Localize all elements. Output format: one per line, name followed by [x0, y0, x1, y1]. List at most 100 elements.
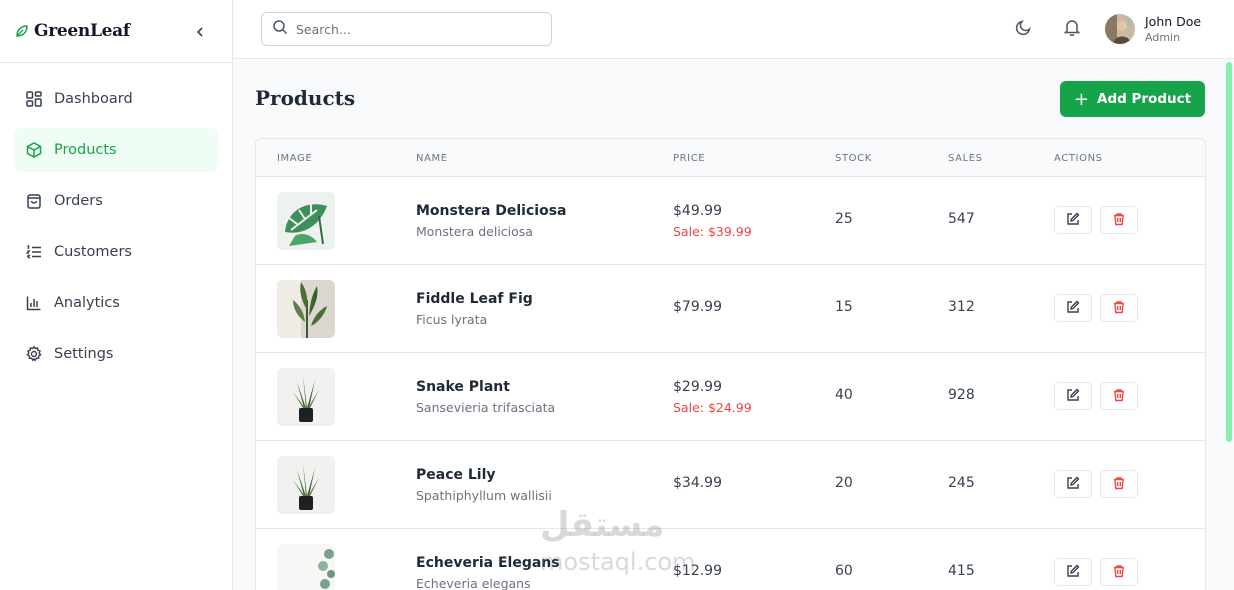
- sidebar-item-settings[interactable]: Settings: [14, 332, 218, 376]
- product-image: [277, 280, 335, 338]
- user-name: John Doe: [1145, 14, 1202, 29]
- search-input[interactable]: [296, 21, 536, 37]
- column-header-price: PRICE: [673, 153, 706, 164]
- column-header-image: IMAGE: [277, 153, 313, 164]
- add-product-button[interactable]: + Add Product: [1060, 81, 1205, 117]
- bell-icon: [1063, 18, 1081, 40]
- notifications-button[interactable]: [1061, 18, 1083, 40]
- product-stock: 25: [835, 211, 853, 227]
- brand-name: GreenLeaf: [34, 21, 130, 41]
- search-box[interactable]: [261, 12, 552, 46]
- column-header-sales: SALES: [948, 153, 983, 164]
- scrollbar[interactable]: [1226, 62, 1232, 442]
- edit-icon: [1066, 563, 1080, 582]
- gear-icon: [24, 344, 44, 364]
- product-latin-name: Echeveria elegans: [416, 576, 531, 590]
- chevron-left-icon: [194, 23, 206, 42]
- moon-icon: [1015, 18, 1033, 40]
- table-row[interactable]: Peace Lily Spathiphyllum wallisii $34.99…: [256, 441, 1205, 529]
- table-row[interactable]: Echeveria Elegans Echeveria elegans $12.…: [256, 529, 1205, 590]
- product-sales: 415: [948, 563, 975, 579]
- product-stock: 20: [835, 475, 853, 491]
- bar-chart-icon: [24, 293, 44, 313]
- trash-icon: [1112, 563, 1126, 582]
- product-sales: 312: [948, 299, 975, 315]
- table-row[interactable]: Monstera Deliciosa Monstera deliciosa $4…: [256, 177, 1205, 265]
- sidebar-nav: Dashboard Products Orders Customers Anal…: [0, 63, 232, 376]
- delete-button[interactable]: [1100, 294, 1138, 322]
- delete-button[interactable]: [1100, 470, 1138, 498]
- trash-icon: [1112, 211, 1126, 230]
- product-latin-name: Monstera deliciosa: [416, 224, 533, 239]
- avatar[interactable]: [1105, 14, 1135, 44]
- product-price: $29.99: [673, 379, 722, 395]
- delete-button[interactable]: [1100, 558, 1138, 586]
- leaf-icon: [14, 23, 30, 39]
- add-product-label: Add Product: [1097, 91, 1192, 107]
- sidebar-item-label: Products: [54, 142, 117, 158]
- box-icon: [24, 140, 44, 160]
- product-sales: 928: [948, 387, 975, 403]
- edit-button[interactable]: [1054, 382, 1092, 410]
- sidebar: GreenLeaf Dashboard Products Orders Cust…: [0, 0, 233, 590]
- product-price: $79.99: [673, 299, 722, 315]
- product-image: [277, 368, 335, 426]
- plus-icon: +: [1073, 88, 1090, 110]
- product-price: $12.99: [673, 563, 722, 579]
- sidebar-item-products[interactable]: Products: [14, 128, 218, 172]
- column-header-actions: ACTIONS: [1054, 153, 1103, 164]
- product-image: [277, 456, 335, 514]
- collapse-sidebar-button[interactable]: [190, 22, 210, 42]
- product-latin-name: Ficus lyrata: [416, 312, 488, 327]
- product-name: Echeveria Elegans: [416, 555, 560, 571]
- product-latin-name: Sansevieria trifasciata: [416, 400, 556, 415]
- product-name: Peace Lily: [416, 467, 496, 483]
- product-name: Monstera Deliciosa: [416, 203, 567, 219]
- product-sale-price: Sale: $39.99: [673, 224, 752, 239]
- product-image: [277, 544, 335, 590]
- page-title: Products: [255, 86, 356, 110]
- product-sales: 245: [948, 475, 975, 491]
- product-price: $34.99: [673, 475, 722, 491]
- sidebar-item-label: Analytics: [54, 295, 120, 311]
- sidebar-item-label: Dashboard: [54, 91, 133, 107]
- product-latin-name: Spathiphyllum wallisii: [416, 488, 552, 503]
- edit-button[interactable]: [1054, 294, 1092, 322]
- sidebar-item-dashboard[interactable]: Dashboard: [14, 77, 218, 121]
- edit-button[interactable]: [1054, 206, 1092, 234]
- edit-icon: [1066, 387, 1080, 406]
- search-icon: [272, 19, 288, 39]
- product-sales: 547: [948, 211, 975, 227]
- edit-button[interactable]: [1054, 470, 1092, 498]
- sidebar-item-analytics[interactable]: Analytics: [14, 281, 218, 325]
- product-name: Fiddle Leaf Fig: [416, 291, 533, 307]
- edit-button[interactable]: [1054, 558, 1092, 586]
- sidebar-item-orders[interactable]: Orders: [14, 179, 218, 223]
- product-image: [277, 192, 335, 250]
- trash-icon: [1112, 475, 1126, 494]
- edit-icon: [1066, 211, 1080, 230]
- sidebar-item-label: Customers: [54, 244, 132, 260]
- sidebar-item-customers[interactable]: Customers: [14, 230, 218, 274]
- grid-icon: [24, 89, 44, 109]
- product-price: $49.99: [673, 203, 722, 219]
- shopping-bag-icon: [24, 191, 44, 211]
- table-row[interactable]: Snake Plant Sansevieria trifasciata $29.…: [256, 353, 1205, 441]
- products-table: IMAGE NAME PRICE STOCK SALES ACTIONS Mon…: [255, 138, 1206, 590]
- sidebar-item-label: Settings: [54, 346, 114, 362]
- table-row[interactable]: Fiddle Leaf Fig Ficus lyrata $79.99 15 3…: [256, 265, 1205, 353]
- column-header-name: NAME: [416, 153, 448, 164]
- sidebar-item-label: Orders: [54, 193, 103, 209]
- product-name: Snake Plant: [416, 379, 510, 395]
- list-icon: [24, 242, 44, 262]
- trash-icon: [1112, 387, 1126, 406]
- product-stock: 60: [835, 563, 853, 579]
- delete-button[interactable]: [1100, 206, 1138, 234]
- table-header: IMAGE NAME PRICE STOCK SALES ACTIONS: [256, 139, 1205, 177]
- edit-icon: [1066, 299, 1080, 318]
- product-sale-price: Sale: $24.99: [673, 400, 752, 415]
- dark-mode-toggle[interactable]: [1013, 18, 1035, 40]
- delete-button[interactable]: [1100, 382, 1138, 410]
- topbar: John Doe Admin: [233, 0, 1234, 59]
- edit-icon: [1066, 475, 1080, 494]
